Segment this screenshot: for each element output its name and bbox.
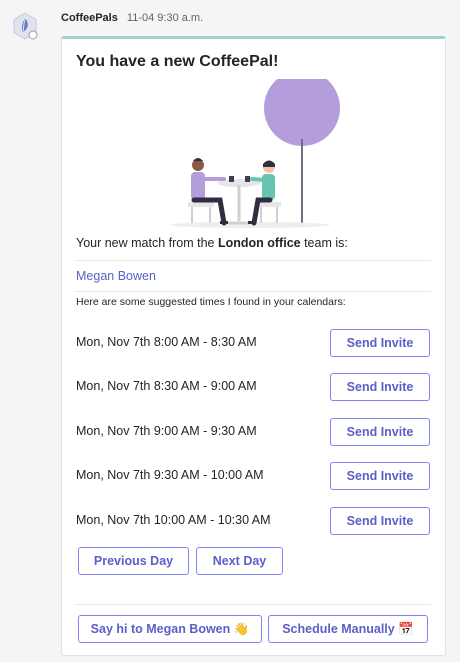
time-slot-label: Mon, Nov 7th 9:30 AM - 10:00 AM bbox=[76, 468, 264, 482]
coffee-meeting-illustration bbox=[170, 79, 340, 228]
send-invite-button[interactable]: Send Invite bbox=[330, 507, 430, 535]
time-slot-label: Mon, Nov 7th 8:30 AM - 9:00 AM bbox=[76, 379, 257, 393]
say-hi-button[interactable]: Say hi to Megan Bowen 👋 bbox=[78, 615, 262, 643]
divider bbox=[76, 604, 431, 605]
app-name: CoffeePals bbox=[61, 12, 118, 24]
suggested-times-text: Here are some suggested times I found in… bbox=[76, 296, 346, 308]
match-prefix: Your new match from the bbox=[76, 236, 218, 250]
message-timestamp: 11-04 9:30 a.m. bbox=[126, 12, 204, 24]
previous-day-button[interactable]: Previous Day bbox=[78, 547, 189, 575]
time-slot-label: Mon, Nov 7th 10:00 AM - 10:30 AM bbox=[76, 513, 271, 527]
office-name: London office bbox=[217, 236, 301, 250]
match-suffix: team is: bbox=[300, 236, 348, 250]
tree-crown-shape bbox=[264, 79, 340, 146]
divider bbox=[76, 260, 431, 261]
send-invite-button[interactable]: Send Invite bbox=[330, 373, 430, 401]
coffeepal-card: You have a new CoffeePal! Your new match… bbox=[61, 36, 446, 656]
card-title: You have a new CoffeePal! bbox=[76, 53, 279, 70]
send-invite-button[interactable]: Send Invite bbox=[330, 329, 430, 357]
next-day-button[interactable]: Next Day bbox=[196, 547, 283, 575]
coffeepals-avatar[interactable] bbox=[10, 11, 40, 41]
time-slot-label: Mon, Nov 7th 9:00 AM - 9:30 AM bbox=[76, 424, 257, 438]
match-name-link[interactable]: Megan Bowen bbox=[76, 269, 156, 283]
send-invite-button[interactable]: Send Invite bbox=[330, 462, 430, 490]
schedule-manually-button[interactable]: Schedule Manually 📅 bbox=[268, 615, 428, 643]
message-header: CoffeePals 11-04 9:30 a.m. bbox=[61, 12, 203, 24]
match-description: Your new match from the London office te… bbox=[76, 236, 348, 250]
coffeepals-logo-icon bbox=[13, 12, 38, 40]
divider bbox=[76, 291, 431, 292]
time-slot-label: Mon, Nov 7th 8:00 AM - 8:30 AM bbox=[76, 335, 257, 349]
send-invite-button[interactable]: Send Invite bbox=[330, 418, 430, 446]
